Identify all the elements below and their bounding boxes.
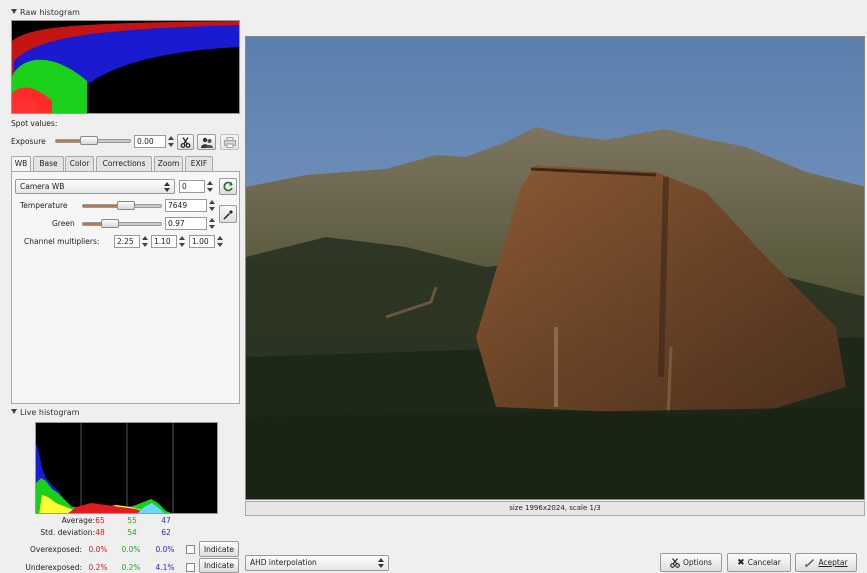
wb-preset-value: Camera WB: [20, 182, 65, 191]
tab-zoom[interactable]: Zoom: [154, 156, 183, 171]
green-slider-thumb[interactable]: [101, 219, 119, 228]
tab-corrections[interactable]: Corrections: [96, 156, 152, 171]
spot-values-label: Spot values:: [11, 119, 58, 128]
underexposed-label: Underexposed:: [25, 563, 82, 572]
underexposed-indicate-button[interactable]: Indicate: [199, 558, 239, 573]
tab-base[interactable]: Base: [33, 156, 64, 171]
live-histogram: [35, 422, 218, 514]
temperature-input[interactable]: 7649: [165, 199, 207, 212]
combo-arrows-icon: [164, 182, 170, 192]
accept-button-label: Aceptar: [818, 558, 848, 567]
underexposed-green: 0.2%: [121, 563, 141, 572]
eyedropper-button[interactable]: [219, 205, 237, 223]
cancel-x-icon: ✖: [737, 557, 745, 568]
expander-arrow-icon: [11, 409, 17, 414]
underexposed-red: 0.2%: [88, 563, 108, 572]
printer-icon: [223, 136, 236, 148]
options-button-label: Options: [683, 558, 712, 567]
options-icon: [670, 557, 680, 568]
interpolation-combo[interactable]: AHD interpolation: [245, 555, 389, 571]
wb-preset-spin-arrows[interactable]: [207, 180, 213, 193]
interpolation-value: AHD interpolation: [250, 558, 317, 567]
raw-histogram-title: Raw histogram: [20, 8, 80, 17]
average-red: 65: [95, 516, 105, 525]
tab-color[interactable]: Color: [65, 156, 94, 171]
overexposed-indicate-button[interactable]: Indicate: [199, 541, 239, 557]
image-preview[interactable]: [245, 36, 865, 500]
green-label: Green: [52, 219, 75, 228]
temperature-slider-thumb[interactable]: [117, 201, 135, 210]
raw-histogram: [11, 20, 240, 114]
overexposed-label: Overexposed:: [30, 545, 82, 554]
live-histogram-title: Live histogram: [20, 408, 80, 417]
people-icon: [200, 137, 213, 148]
options-button[interactable]: Options: [660, 553, 722, 572]
raw-histogram-graph: [12, 21, 239, 113]
refresh-button[interactable]: [219, 178, 237, 195]
green-slider-track: [82, 222, 162, 226]
multiplier-blue-input[interactable]: 1.00: [189, 235, 215, 248]
tab-wb[interactable]: WB: [11, 156, 31, 172]
temperature-slider[interactable]: [82, 201, 162, 210]
accept-button[interactable]: Aceptar: [795, 553, 857, 572]
overexposed-checkbox[interactable]: [186, 545, 195, 554]
preview-status-bar: size 1996x2024, scale 1/3: [245, 501, 865, 516]
temperature-spin-arrows[interactable]: [209, 199, 215, 212]
underexposed-blue: 4.1%: [155, 563, 175, 572]
wb-preset-combo[interactable]: Camera WB: [15, 179, 175, 194]
multiplier-red-input[interactable]: 2.25: [114, 235, 140, 248]
exposure-slider-thumb[interactable]: [80, 136, 98, 145]
green-spin-arrows[interactable]: [209, 217, 215, 230]
average-blue: 47: [161, 516, 171, 525]
exposure-slider[interactable]: [55, 136, 131, 145]
people-button[interactable]: [197, 134, 216, 150]
green-input[interactable]: 0.97: [165, 217, 207, 230]
tab-exif[interactable]: EXIF: [185, 156, 213, 171]
cancel-button-label: Cancelar: [747, 558, 781, 567]
scissors-button[interactable]: [177, 134, 194, 150]
overexposed-blue: 0.0%: [155, 545, 175, 554]
raw-histogram-expander[interactable]: Raw histogram: [11, 8, 80, 17]
average-green: 55: [127, 516, 137, 525]
live-histogram-expander[interactable]: Live histogram: [11, 408, 79, 417]
cancel-button[interactable]: ✖ Cancelar: [727, 553, 791, 572]
live-histogram-graph: [36, 423, 174, 513]
underexposed-checkbox[interactable]: [186, 563, 195, 572]
average-label: Average:: [61, 516, 95, 525]
green-slider[interactable]: [82, 219, 162, 228]
exposure-spin-arrows[interactable]: [168, 135, 174, 148]
exposure-input[interactable]: 0.00: [134, 135, 166, 148]
std-deviation-label: Std. deviation:: [40, 528, 95, 537]
preview-status-text: size 1996x2024, scale 1/3: [509, 504, 601, 512]
std-deviation-red: 48: [95, 528, 105, 537]
channel-multipliers-label: Channel multipliers:: [24, 237, 100, 246]
eyedropper-icon: [222, 209, 233, 220]
refresh-icon: [223, 181, 233, 192]
exposure-label: Exposure: [11, 137, 46, 146]
multiplier-green-input[interactable]: 1.10: [151, 235, 177, 248]
overexposed-green: 0.0%: [121, 545, 141, 554]
accept-icon: [805, 558, 815, 567]
std-deviation-blue: 62: [161, 528, 171, 537]
multiplier-red-spin-arrows[interactable]: [142, 235, 148, 248]
std-deviation-green: 54: [127, 528, 137, 537]
wb-preset-input[interactable]: 0: [179, 180, 205, 193]
multiplier-green-spin-arrows[interactable]: [179, 235, 185, 248]
combo-arrows-icon: [378, 558, 384, 568]
printer-button[interactable]: [220, 134, 239, 150]
multiplier-blue-spin-arrows[interactable]: [217, 235, 223, 248]
scissors-icon: [180, 136, 191, 148]
temperature-label: Temperature: [20, 201, 68, 210]
expander-arrow-icon: [11, 9, 17, 14]
landscape-photo: [246, 37, 864, 499]
overexposed-red: 0.0%: [88, 545, 108, 554]
